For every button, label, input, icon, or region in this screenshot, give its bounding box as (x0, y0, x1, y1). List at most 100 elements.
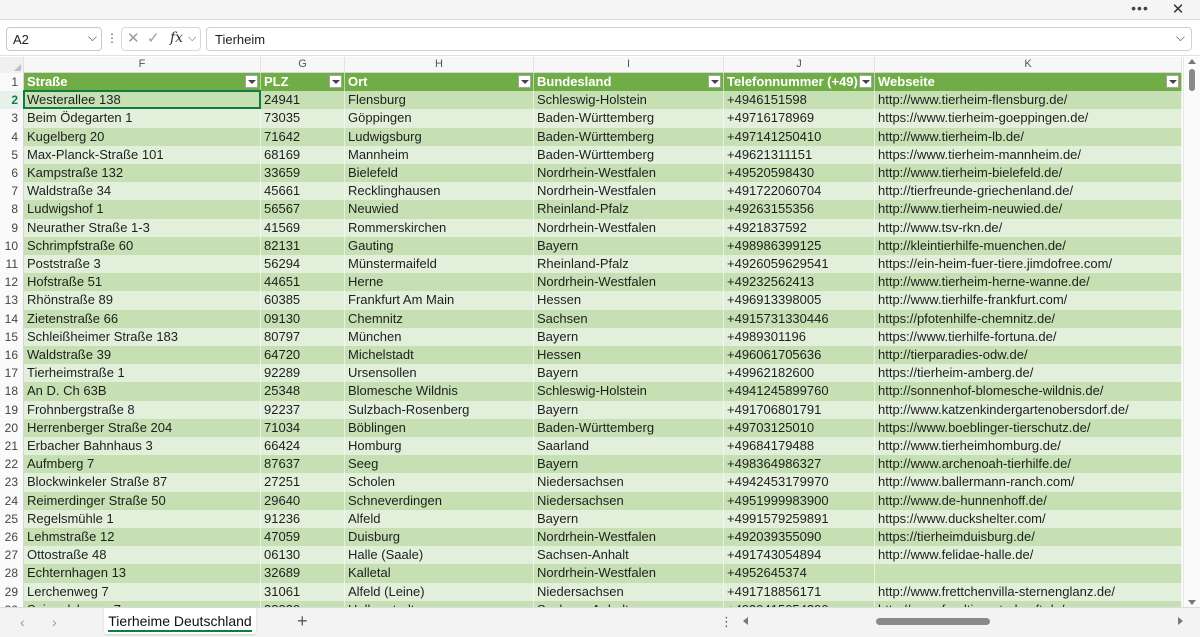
table-cell[interactable]: http://kleintierhilfe-muenchen.de/ (875, 236, 1182, 255)
row-number[interactable]: 23 (0, 473, 24, 492)
table-cell[interactable]: Bayern (534, 327, 724, 346)
row-number[interactable]: 16 (0, 346, 24, 365)
header-cell[interactable]: Ort (345, 73, 534, 92)
table-cell[interactable]: +4915731330446 (724, 309, 875, 328)
table-cell[interactable]: Kampstraße 132 (24, 164, 261, 183)
table-cell[interactable]: +49962182600 (724, 364, 875, 383)
table-cell[interactable]: Ottostraße 48 (24, 546, 261, 565)
table-cell[interactable]: http://www.tierheim-lb.de/ (875, 127, 1182, 146)
row-number[interactable]: 29 (0, 582, 24, 601)
table-cell[interactable]: Ursensollen (345, 364, 534, 383)
table-cell[interactable]: Sulzbach-Rosenberg (345, 400, 534, 419)
table-cell[interactable]: Rommerskirchen (345, 218, 534, 237)
table-cell[interactable]: http://www.tierheim-bielefeld.de/ (875, 164, 1182, 183)
table-cell[interactable]: Lehmstraße 12 (24, 528, 261, 547)
table-cell[interactable]: Blockwinkeler Straße 87 (24, 473, 261, 492)
table-cell[interactable]: Rheinland-Pfalz (534, 255, 724, 274)
filter-dropdown-icon[interactable] (245, 75, 258, 88)
table-cell[interactable]: 33659 (261, 164, 345, 183)
table-cell[interactable]: Alfeld (345, 509, 534, 528)
table-cell[interactable]: Bayern (534, 364, 724, 383)
row-number[interactable]: 26 (0, 528, 24, 547)
table-cell[interactable]: Nordrhein-Westfalen (534, 164, 724, 183)
table-cell[interactable]: Westerallee 138 (24, 91, 261, 110)
table-cell[interactable]: +49263155356 (724, 200, 875, 219)
table-cell[interactable]: Erbacher Bahnhaus 3 (24, 437, 261, 456)
table-cell[interactable]: Sachsen (534, 309, 724, 328)
scroll-left-icon[interactable] (743, 617, 748, 625)
row-number[interactable]: 28 (0, 564, 24, 583)
table-cell[interactable]: 66424 (261, 437, 345, 456)
table-cell[interactable]: Hessen (534, 291, 724, 310)
table-cell[interactable]: +49520598430 (724, 164, 875, 183)
table-cell[interactable]: +491722060704 (724, 182, 875, 201)
table-cell[interactable]: Niedersachsen (534, 582, 724, 601)
vertical-dots-icon[interactable]: ⋮ (720, 614, 733, 630)
table-cell[interactable]: http://www.tierheim-neuwied.de/ (875, 200, 1182, 219)
table-cell[interactable]: 80797 (261, 327, 345, 346)
add-sheet-icon[interactable]: + (297, 611, 308, 632)
table-cell[interactable]: https://pfotenhilfe-chemnitz.de/ (875, 309, 1182, 328)
sheet-tab-active[interactable]: Tierheime Deutschland (104, 608, 256, 634)
table-cell[interactable]: Homburg (345, 437, 534, 456)
table-cell[interactable]: http://sonnenhof-blomesche-wildnis.de/ (875, 382, 1182, 401)
expand-formula-icon[interactable]: ⌵ (1176, 30, 1185, 45)
next-sheet-icon[interactable]: › (52, 614, 57, 630)
name-box[interactable]: A2 ⌵ (6, 27, 102, 51)
table-cell[interactable]: Waldstraße 34 (24, 182, 261, 201)
table-cell[interactable]: +491706801791 (724, 400, 875, 419)
table-cell[interactable]: Max-Planck-Straße 101 (24, 145, 261, 164)
table-cell[interactable]: Alfeld (Leine) (345, 582, 534, 601)
table-cell[interactable]: Echternhagen 13 (24, 564, 261, 583)
table-cell[interactable]: 45661 (261, 182, 345, 201)
table-cell[interactable]: Schrimpfstraße 60 (24, 236, 261, 255)
table-cell[interactable]: 73035 (261, 109, 345, 128)
table-cell[interactable]: Bayern (534, 455, 724, 474)
row-number[interactable]: 7 (0, 182, 24, 201)
table-cell[interactable]: Bayern (534, 400, 724, 419)
table-cell[interactable]: https://www.duckshelter.com/ (875, 509, 1182, 528)
table-cell[interactable]: +4942453179970 (724, 473, 875, 492)
table-cell[interactable]: Ludwigsburg (345, 127, 534, 146)
table-cell[interactable]: +4989301196 (724, 327, 875, 346)
vertical-dots-icon[interactable]: ⋮ (106, 29, 118, 49)
table-cell[interactable]: Baden-Württemberg (534, 418, 724, 437)
filter-dropdown-icon[interactable] (518, 75, 531, 88)
table-cell[interactable]: 60385 (261, 291, 345, 310)
table-cell[interactable]: Göppingen (345, 109, 534, 128)
table-cell[interactable]: http://www.tierhilfe-frankfurt.com/ (875, 291, 1182, 310)
table-cell[interactable]: Kugelberg 20 (24, 127, 261, 146)
row-number[interactable]: 21 (0, 437, 24, 456)
table-cell[interactable]: 64720 (261, 346, 345, 365)
row-number[interactable]: 18 (0, 382, 24, 401)
table-cell[interactable]: Böblingen (345, 418, 534, 437)
table-cell[interactable]: http://www.tierheim-flensburg.de/ (875, 91, 1182, 110)
table-cell[interactable]: Bayern (534, 509, 724, 528)
table-cell[interactable]: +49684179488 (724, 437, 875, 456)
table-cell[interactable]: Nordrhein-Westfalen (534, 528, 724, 547)
table-cell[interactable]: Bielefeld (345, 164, 534, 183)
table-cell[interactable]: +4941245899760 (724, 382, 875, 401)
table-cell[interactable]: Rhönstraße 89 (24, 291, 261, 310)
table-cell[interactable]: Poststraße 3 (24, 255, 261, 274)
table-cell[interactable]: 91236 (261, 509, 345, 528)
row-number[interactable]: 17 (0, 364, 24, 383)
column-header-2[interactable]: H (345, 57, 534, 73)
chevron-down-icon[interactable]: ⌵ (88, 30, 97, 45)
row-number[interactable]: 4 (0, 127, 24, 146)
table-cell[interactable]: +49232562413 (724, 273, 875, 292)
table-cell[interactable]: Zietenstraße 66 (24, 309, 261, 328)
table-cell[interactable]: Nordrhein-Westfalen (534, 273, 724, 292)
table-cell[interactable]: 25348 (261, 382, 345, 401)
table-cell[interactable]: 87637 (261, 455, 345, 474)
close-icon[interactable]: ✕ (1164, 0, 1192, 20)
table-cell[interactable]: 29640 (261, 491, 345, 510)
table-cell[interactable]: 09130 (261, 309, 345, 328)
table-cell[interactable]: Michelstadt (345, 346, 534, 365)
insert-function-icon[interactable]: fx (170, 30, 183, 46)
table-cell[interactable]: 68169 (261, 145, 345, 164)
row-number[interactable]: 6 (0, 164, 24, 183)
table-cell[interactable]: https://www.boeblinger-tierschutz.de/ (875, 418, 1182, 437)
table-cell[interactable]: 47059 (261, 528, 345, 547)
vertical-scrollbar[interactable] (1183, 57, 1200, 607)
